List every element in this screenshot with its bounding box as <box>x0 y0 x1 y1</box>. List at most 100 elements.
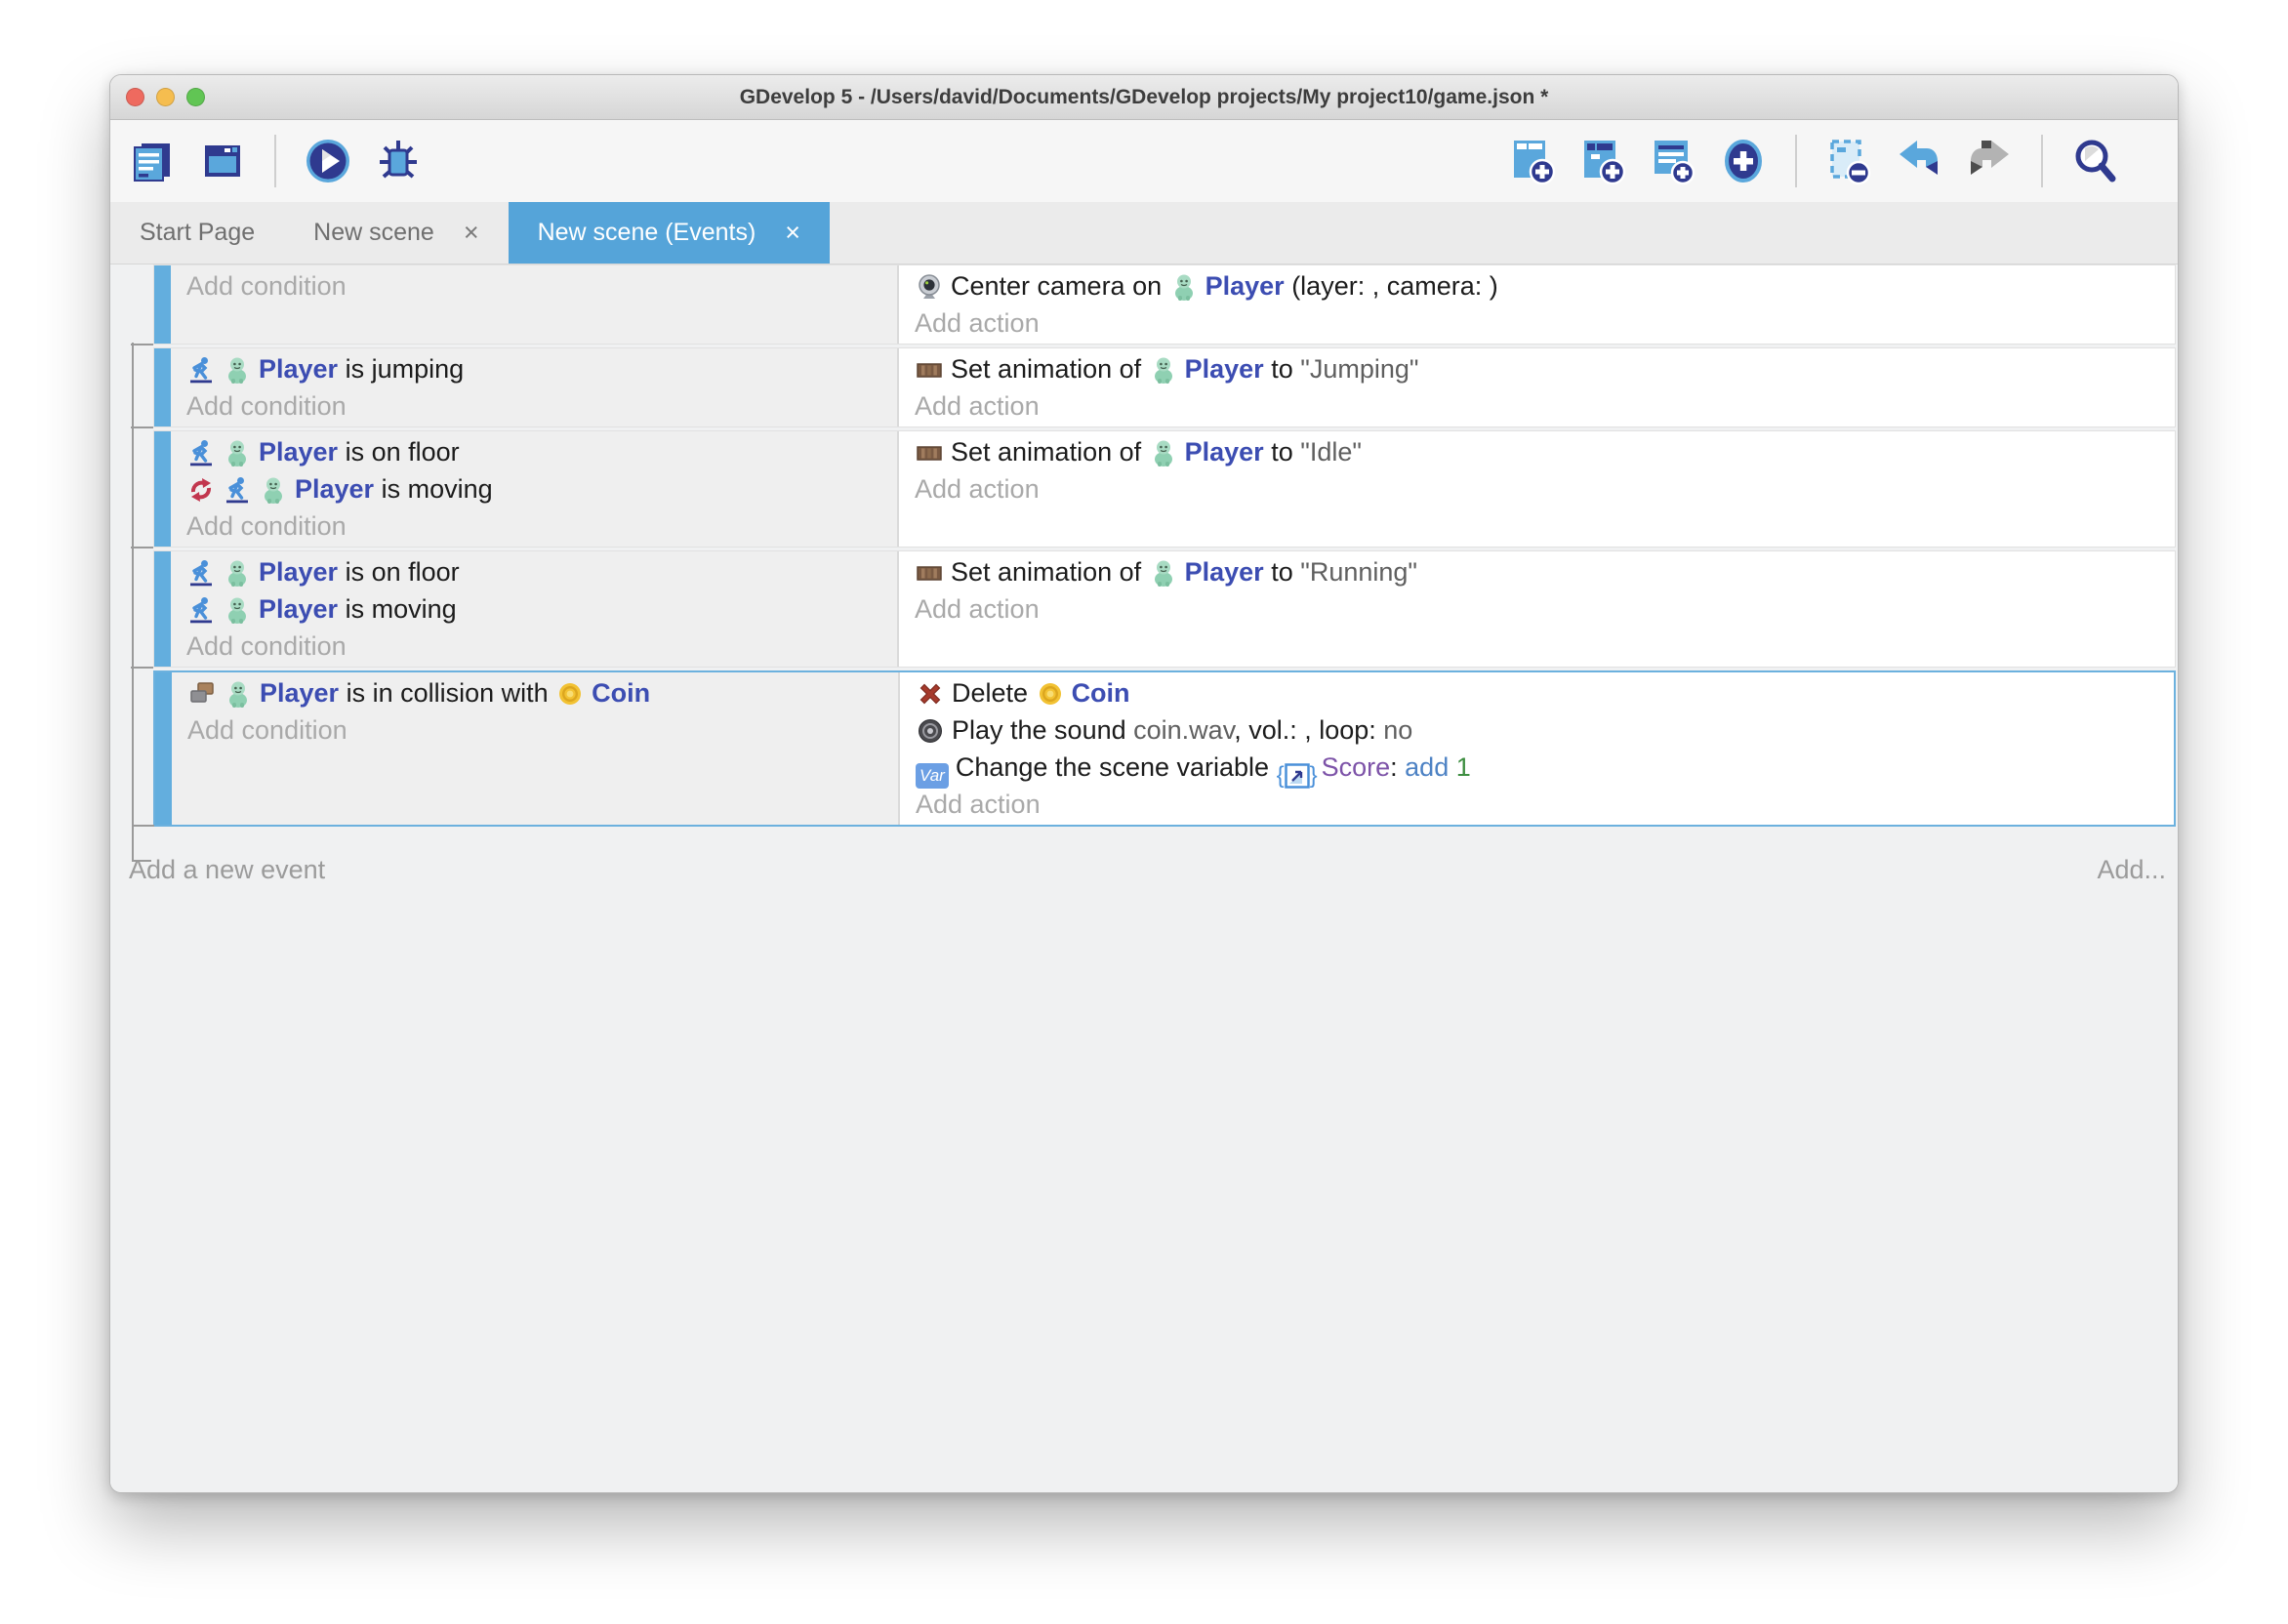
text: Set animation of <box>951 437 1149 467</box>
condition-line[interactable]: Player is in collision with Coin <box>172 674 898 711</box>
invert-condition-icon <box>186 475 216 505</box>
conditions-cell: Player is jumpingAdd condition <box>171 348 899 426</box>
condition-line[interactable]: Player is moving <box>171 590 897 628</box>
close-icon[interactable]: × <box>785 218 800 248</box>
add-circle-icon[interactable] <box>1717 135 1770 187</box>
action-line[interactable]: Play the sound coin.wav, vol.: , loop: n… <box>900 711 2174 749</box>
actions-cell: Delete CoinPlay the sound coin.wav, vol.… <box>900 672 2174 825</box>
event-row[interactable]: Player is jumpingAdd conditionSet animat… <box>153 347 2176 427</box>
toolbar-left-group <box>126 135 425 187</box>
conditions-cell: Player is in collision with CoinAdd cond… <box>172 672 900 825</box>
scene-editor-icon[interactable] <box>196 135 249 187</box>
text: is jumping <box>338 354 464 384</box>
event-row[interactable]: Player is on floorPlayer is movingAdd co… <box>153 430 2176 548</box>
event-highlight-bar <box>154 431 171 547</box>
event-row[interactable]: Add conditionCenter camera on Player (la… <box>153 264 2176 345</box>
actions-cell: Set animation of Player to "Idle"Add act… <box>899 431 2175 547</box>
text: is moving <box>338 594 457 624</box>
action-line[interactable]: Delete Coin <box>900 674 2174 711</box>
tree-guide <box>132 343 151 862</box>
player-object-icon <box>1149 438 1178 467</box>
action-line[interactable]: Center camera on Player (layer: , camera… <box>899 267 2175 304</box>
event-highlight-bar <box>155 672 172 825</box>
player-object-icon <box>223 355 252 385</box>
delete-event-icon[interactable] <box>1822 135 1875 187</box>
add-subevent-icon[interactable] <box>1576 135 1629 187</box>
coin-object-icon <box>1036 679 1065 709</box>
conditions-cell: Player is on floorPlayer is movingAdd co… <box>171 431 899 547</box>
string-text: "Running" <box>1300 557 1417 587</box>
string-text: coin.wav <box>1133 715 1234 745</box>
tab-start-page[interactable]: Start Page <box>110 202 284 264</box>
play-icon[interactable] <box>302 135 354 187</box>
text: Play the sound <box>952 715 1133 745</box>
variable-text: Score <box>1322 752 1391 782</box>
add-condition-link[interactable]: Add condition <box>171 628 897 665</box>
title-bar: GDevelop 5 - /Users/david/Documents/GDev… <box>110 75 2178 120</box>
toolbar-separator <box>1795 135 1797 187</box>
animation-icon <box>915 438 944 467</box>
text: to <box>1264 557 1301 587</box>
platformer-behavior-icon <box>186 558 216 588</box>
platformer-behavior-icon <box>186 595 216 625</box>
project-manager-icon[interactable] <box>126 135 179 187</box>
action-line[interactable]: Set animation of Player to "Jumping" <box>899 350 2175 387</box>
close-icon[interactable]: × <box>464 218 479 248</box>
event-row[interactable]: Player is on floorPlayer is movingAdd co… <box>153 550 2176 668</box>
platformer-behavior-icon <box>186 355 216 385</box>
undo-icon[interactable] <box>1893 135 1945 187</box>
action-line[interactable]: Set animation of Player to "Idle" <box>899 433 2175 470</box>
action-line[interactable]: VarChange the scene variable {}Score: ad… <box>900 749 2174 786</box>
player-object-icon <box>224 679 253 709</box>
events-sheet: Add conditionCenter camera on Player (la… <box>110 264 2178 1493</box>
actions-cell: Set animation of Player to "Jumping"Add … <box>899 348 2175 426</box>
action-line[interactable]: Set animation of Player to "Running" <box>899 553 2175 590</box>
add-condition-link[interactable]: Add condition <box>172 711 898 749</box>
tab-new-scene[interactable]: New scene × <box>284 202 508 264</box>
object-text: Player <box>295 474 374 504</box>
gdevelop-window: GDevelop 5 - /Users/david/Documents/GDev… <box>109 74 2179 1493</box>
add-button[interactable]: Add... <box>2097 850 2166 889</box>
main-toolbar <box>110 120 2178 202</box>
add-condition-link[interactable]: Add condition <box>171 267 897 304</box>
search-icon[interactable] <box>2068 135 2121 187</box>
add-action-link[interactable]: Add action <box>899 304 2175 342</box>
condition-line[interactable]: Player is on floor <box>171 553 897 590</box>
toolbar-separator <box>274 135 276 187</box>
tab-new-scene-events[interactable]: New scene (Events)× <box>509 202 830 264</box>
condition-line[interactable]: Player is jumping <box>171 350 897 387</box>
player-object-icon <box>1149 558 1178 588</box>
condition-line[interactable]: Player is moving <box>171 470 897 508</box>
tab-label: New scene <box>313 219 434 247</box>
object-text: Player <box>1205 271 1285 301</box>
number-text: 1 <box>1456 752 1471 782</box>
event-row[interactable]: Player is in collision with CoinAdd cond… <box>153 670 2176 827</box>
text: (layer: , camera: ) <box>1285 271 1498 301</box>
add-comment-icon[interactable] <box>1647 135 1699 187</box>
text: is on floor <box>338 557 460 587</box>
player-object-icon <box>223 438 252 467</box>
player-object-icon <box>259 475 288 505</box>
zoom-button[interactable] <box>186 88 205 106</box>
object-text: Player <box>1185 437 1264 467</box>
add-action-link[interactable]: Add action <box>899 590 2175 628</box>
close-button[interactable] <box>126 88 144 106</box>
condition-line[interactable]: Player is on floor <box>171 433 897 470</box>
coin-object-icon <box>555 679 585 709</box>
text <box>1449 752 1456 782</box>
add-action-link[interactable]: Add action <box>900 786 2174 823</box>
text: Center camera on <box>951 271 1169 301</box>
player-object-icon <box>223 595 252 625</box>
redo-icon[interactable] <box>1963 135 2016 187</box>
actions-cell: Set animation of Player to "Running"Add … <box>899 551 2175 667</box>
add-condition-link[interactable]: Add condition <box>171 387 897 425</box>
actions-cell: Center camera on Player (layer: , camera… <box>899 265 2175 344</box>
debug-icon[interactable] <box>372 135 425 187</box>
add-event-icon[interactable] <box>1506 135 1559 187</box>
minimize-button[interactable] <box>156 88 175 106</box>
add-new-event-link[interactable]: Add a new event <box>129 850 325 889</box>
conditions-cell: Player is on floorPlayer is movingAdd co… <box>171 551 899 667</box>
add-action-link[interactable]: Add action <box>899 387 2175 425</box>
add-condition-link[interactable]: Add condition <box>171 508 897 545</box>
add-action-link[interactable]: Add action <box>899 470 2175 508</box>
